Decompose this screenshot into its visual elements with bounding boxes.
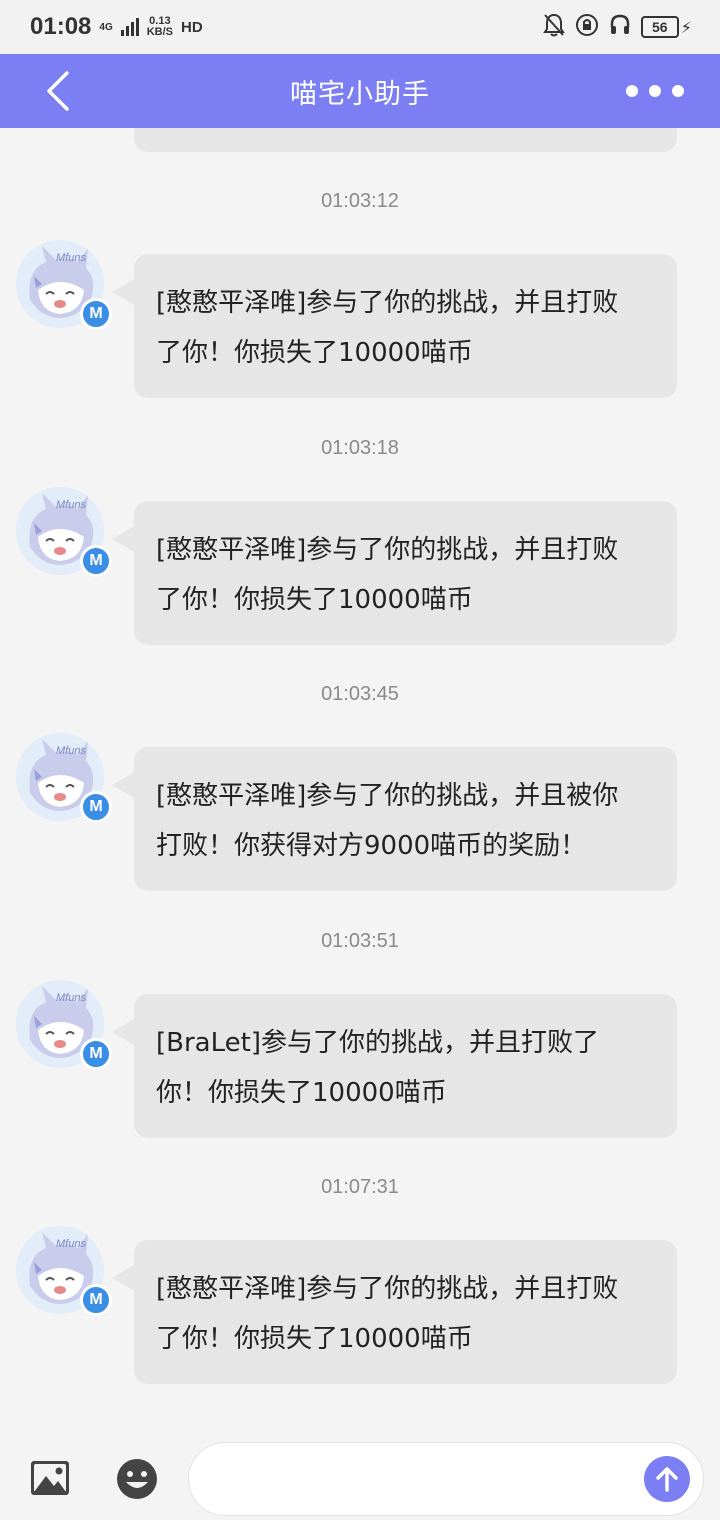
charging-bolt-icon: ⚡ — [680, 17, 692, 37]
message-line: 了你！你损失了10000喵币 — [156, 585, 473, 615]
send-button[interactable] — [644, 1456, 690, 1502]
arrow-up-icon — [656, 1467, 678, 1492]
message-line: 你！你损失了10000喵币 — [156, 1078, 447, 1108]
message-timestamp: 01:03:45 — [321, 683, 399, 705]
avatar-badge: M — [80, 1284, 112, 1316]
more-dot — [649, 85, 661, 97]
avatar[interactable]: Mfuns M — [16, 487, 112, 577]
network-type: 4G — [99, 21, 113, 33]
headset-icon — [609, 13, 631, 41]
message-timestamp: 01:03:18 — [321, 437, 399, 459]
avatar-text: Mfuns — [56, 992, 86, 1004]
message-line: [憨憨平泽唯]参与了你的挑战，并且打败 — [156, 1274, 619, 1304]
message-line: [憨憨平泽唯]参与了你的挑战，并且被你 — [156, 781, 619, 811]
avatar-badge: M — [80, 545, 112, 577]
message-input[interactable] — [188, 1442, 704, 1516]
avatar[interactable]: Mfuns M — [16, 1226, 112, 1316]
avatar[interactable]: Mfuns M — [16, 980, 112, 1070]
message-timestamp: 01:07:31 — [321, 1176, 399, 1198]
message-bubble[interactable]: [BraLet]参与了你的挑战，并且打败了 你！你损失了10000喵币 — [112, 994, 677, 1138]
message-bubble-partial — [134, 128, 677, 152]
chevron-left-icon — [47, 71, 69, 111]
message-timestamp: 01:03:51 — [321, 930, 399, 952]
lock-rotation-icon — [575, 13, 599, 41]
avatar-text: Mfuns — [56, 1238, 86, 1250]
mute-bell-icon — [542, 13, 565, 41]
more-dot — [672, 85, 684, 97]
avatar-badge: M — [80, 298, 112, 330]
message-line: [憨憨平泽唯]参与了你的挑战，并且打败 — [156, 288, 619, 318]
emoji-button[interactable] — [116, 1458, 158, 1500]
message-bubble[interactable]: [憨憨平泽唯]参与了你的挑战，并且被你 打败！你获得对方9000喵币的奖励！ — [112, 747, 677, 891]
image-button[interactable] — [30, 1460, 70, 1496]
status-time: 01:08 — [30, 13, 92, 40]
message-line: 打败！你获得对方9000喵币的奖励！ — [156, 831, 587, 861]
message-line: 了你！你损失了10000喵币 — [156, 1324, 473, 1354]
battery-icon: 56 ⚡ — [640, 16, 692, 38]
status-bar: 01:08 4G 0.13 KB/S HD 56 ⚡ — [0, 0, 720, 54]
message-line: [BraLet]参与了你的挑战，并且打败了 — [156, 1028, 599, 1058]
chat-header: 喵宅小助手 — [0, 54, 720, 128]
avatar-badge: M — [80, 791, 112, 823]
message-timestamp: 01:03:12 — [321, 190, 399, 212]
more-button[interactable] — [626, 76, 684, 106]
message-line: [憨憨平泽唯]参与了你的挑战，并且打败 — [156, 535, 619, 565]
chat-list[interactable]: 01:03:12 Mfuns M [憨憨平泽唯]参与了你的挑战，并且打败 了你！你损失了… — [0, 128, 720, 1430]
avatar-text: Mfuns — [56, 745, 86, 757]
page-title: 喵宅小助手 — [290, 78, 430, 110]
signal-icon — [120, 18, 139, 36]
battery-level: 56 — [640, 16, 679, 38]
message-bubble[interactable]: [憨憨平泽唯]参与了你的挑战，并且打败 了你！你损失了10000喵币 — [112, 501, 677, 645]
message-bubble[interactable]: [憨憨平泽唯]参与了你的挑战，并且打败 了你！你损失了10000喵币 — [112, 254, 677, 398]
input-bar — [0, 1430, 720, 1520]
back-button[interactable] — [38, 70, 78, 112]
image-icon — [31, 1461, 69, 1495]
avatar[interactable]: Mfuns M — [16, 240, 112, 330]
net-speed: 0.13 KB/S — [147, 16, 173, 38]
avatar-text: Mfuns — [56, 499, 86, 511]
more-dot — [626, 85, 638, 97]
avatar-text: Mfuns — [56, 252, 86, 264]
avatar[interactable]: Mfuns M — [16, 733, 112, 823]
avatar-badge: M — [80, 1038, 112, 1070]
net-speed-unit: KB/S — [146, 26, 174, 38]
emoji-icon — [117, 1459, 157, 1499]
message-line: 了你！你损失了10000喵币 — [156, 338, 473, 368]
hd-label: HD — [181, 18, 203, 36]
message-bubble[interactable]: [憨憨平泽唯]参与了你的挑战，并且打败 了你！你损失了10000喵币 — [112, 1240, 677, 1384]
